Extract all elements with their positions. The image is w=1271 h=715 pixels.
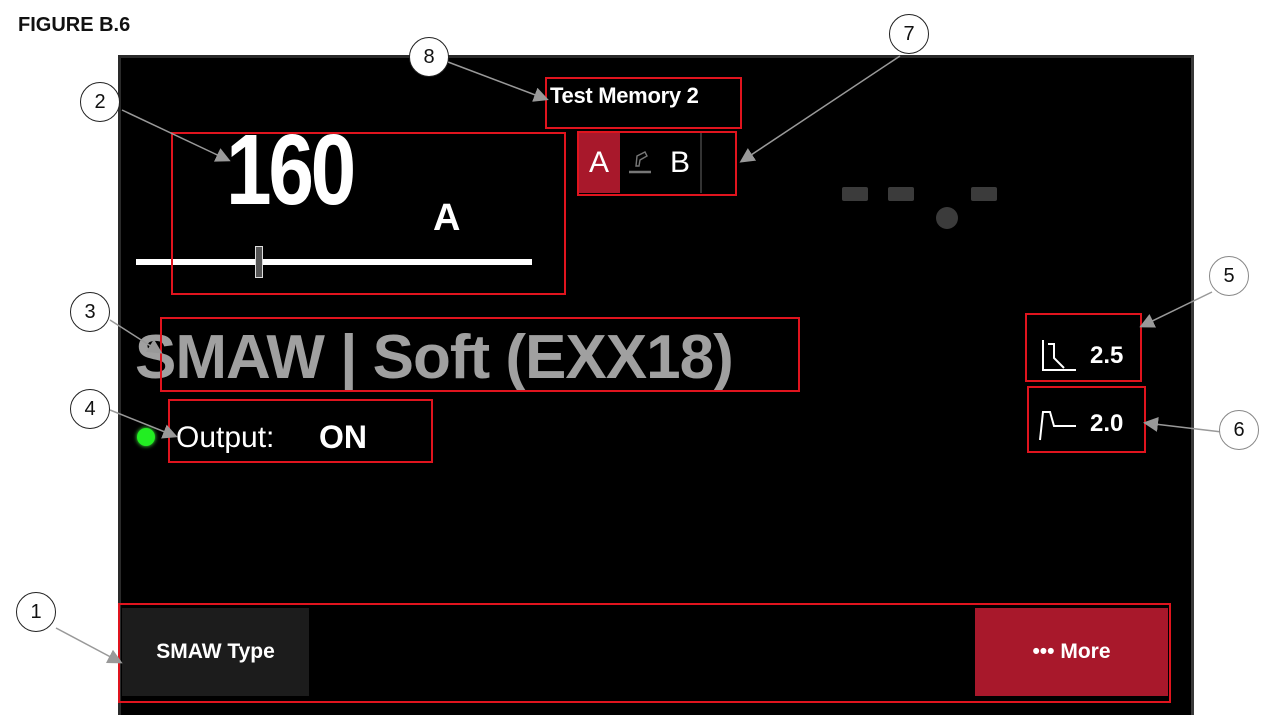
highlight-box-2: [171, 132, 566, 295]
highlight-box-5: [1025, 313, 1142, 382]
callout-3: 3: [70, 292, 110, 332]
highlight-box-7: [577, 131, 737, 196]
callout-1: 1: [16, 592, 56, 632]
callout-7: 7: [889, 14, 929, 54]
callout-8: 8: [409, 37, 449, 77]
highlight-box-8: [545, 77, 742, 129]
output-led-icon: [137, 428, 155, 446]
highlight-box-4: [168, 399, 433, 463]
highlight-box-3: [160, 317, 800, 392]
callout-6: 6: [1219, 410, 1259, 450]
highlight-box-1: [118, 603, 1171, 703]
callout-4: 4: [70, 389, 110, 429]
callout-5: 5: [1209, 256, 1249, 296]
callout-2: 2: [80, 82, 120, 122]
highlight-box-6: [1027, 386, 1146, 453]
figure-label: FIGURE B.6: [18, 14, 131, 36]
